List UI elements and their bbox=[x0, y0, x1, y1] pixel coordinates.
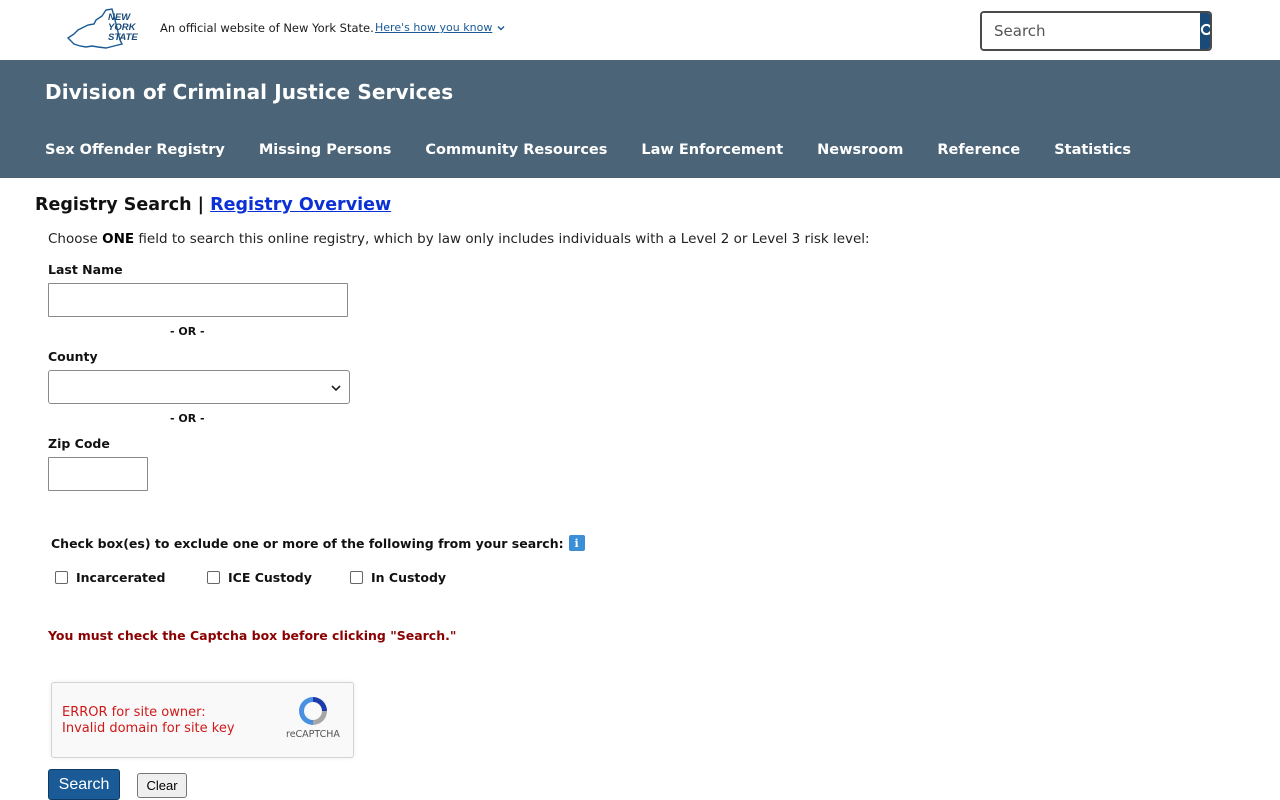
exclude-instructions: Check box(es) to exclude one or more of … bbox=[51, 535, 585, 551]
search-instructions: Choose ONE field to search this online r… bbox=[48, 231, 870, 247]
last-name-label: Last Name bbox=[48, 262, 123, 277]
crumb-current: Registry Search bbox=[35, 195, 192, 215]
chevron-down-icon bbox=[497, 25, 505, 30]
checkbox-ice-custody[interactable]: ICE Custody bbox=[207, 570, 312, 585]
recaptcha-brand: reCAPTCHA bbox=[286, 729, 340, 740]
top-bar: NEW YORK STATE An official website of Ne… bbox=[0, 0, 1280, 60]
incarcerated-checkbox[interactable] bbox=[55, 571, 68, 584]
checkbox-in-custody[interactable]: In Custody bbox=[350, 570, 446, 585]
new-york-state-logo[interactable]: NEW YORK STATE bbox=[64, 6, 144, 52]
official-website-text: An official website of New York State. bbox=[160, 21, 374, 35]
zip-code-input[interactable] bbox=[48, 457, 148, 491]
in-custody-label: In Custody bbox=[371, 570, 447, 585]
or-divider-1: - OR - bbox=[170, 325, 205, 338]
instructions-bold: ONE bbox=[102, 231, 135, 247]
main-nav: Sex Offender Registry Missing Persons Co… bbox=[45, 142, 1165, 158]
zip-code-label: Zip Code bbox=[48, 436, 110, 451]
nav-newsroom[interactable]: Newsroom bbox=[817, 142, 903, 158]
registry-overview-link[interactable]: Registry Overview bbox=[210, 195, 391, 215]
county-select[interactable] bbox=[48, 370, 350, 404]
nav-community-resources[interactable]: Community Resources bbox=[425, 142, 607, 158]
in-custody-checkbox[interactable] bbox=[350, 571, 363, 584]
site-search bbox=[980, 11, 1212, 51]
ice-custody-label: ICE Custody bbox=[228, 570, 312, 585]
recaptcha-error-line-2: Invalid domain for site key bbox=[62, 721, 235, 736]
info-icon[interactable]: i bbox=[568, 535, 585, 551]
instructions-post: field to search this online registry, wh… bbox=[134, 231, 870, 247]
nav-sex-offender-registry[interactable]: Sex Offender Registry bbox=[45, 142, 225, 158]
nav-missing-persons[interactable]: Missing Persons bbox=[259, 142, 392, 158]
search-icon bbox=[1200, 23, 1210, 36]
breadcrumb: Registry Search | Registry Overview bbox=[35, 195, 391, 215]
search-submit-button[interactable] bbox=[1200, 13, 1210, 49]
search-input[interactable] bbox=[982, 13, 1200, 49]
search-button[interactable]: Search bbox=[48, 769, 120, 800]
agency-header: Division of Criminal Justice Services Se… bbox=[0, 60, 1280, 178]
chevron-down-icon bbox=[331, 385, 341, 392]
or-divider-2: - OR - bbox=[170, 412, 205, 425]
agency-title[interactable]: Division of Criminal Justice Services bbox=[45, 80, 453, 104]
last-name-input[interactable] bbox=[48, 283, 348, 317]
instructions-pre: Choose bbox=[48, 231, 103, 247]
recaptcha-error: ERROR for site owner: Invalid domain for… bbox=[62, 705, 235, 737]
how-you-know-link[interactable]: Here's how you know bbox=[375, 21, 505, 34]
nav-statistics[interactable]: Statistics bbox=[1054, 142, 1131, 158]
recaptcha-logo-icon bbox=[299, 697, 327, 725]
recaptcha-error-line-1: ERROR for site owner: bbox=[62, 705, 206, 720]
recaptcha-widget[interactable]: ERROR for site owner: Invalid domain for… bbox=[51, 682, 354, 758]
crumb-separator: | bbox=[197, 195, 205, 215]
county-label: County bbox=[48, 349, 98, 364]
nav-law-enforcement[interactable]: Law Enforcement bbox=[641, 142, 783, 158]
checkbox-incarcerated[interactable]: Incarcerated bbox=[55, 570, 165, 585]
incarcerated-label: Incarcerated bbox=[76, 570, 166, 585]
captcha-warning: You must check the Captcha box before cl… bbox=[48, 628, 457, 643]
how-you-know-label: Here's how you know bbox=[375, 21, 493, 34]
logo-text-state: STATE bbox=[108, 32, 138, 43]
exclude-text: Check box(es) to exclude one or more of … bbox=[51, 535, 564, 551]
nav-reference[interactable]: Reference bbox=[937, 142, 1020, 158]
ice-custody-checkbox[interactable] bbox=[207, 571, 220, 584]
clear-button[interactable]: Clear bbox=[137, 773, 187, 798]
